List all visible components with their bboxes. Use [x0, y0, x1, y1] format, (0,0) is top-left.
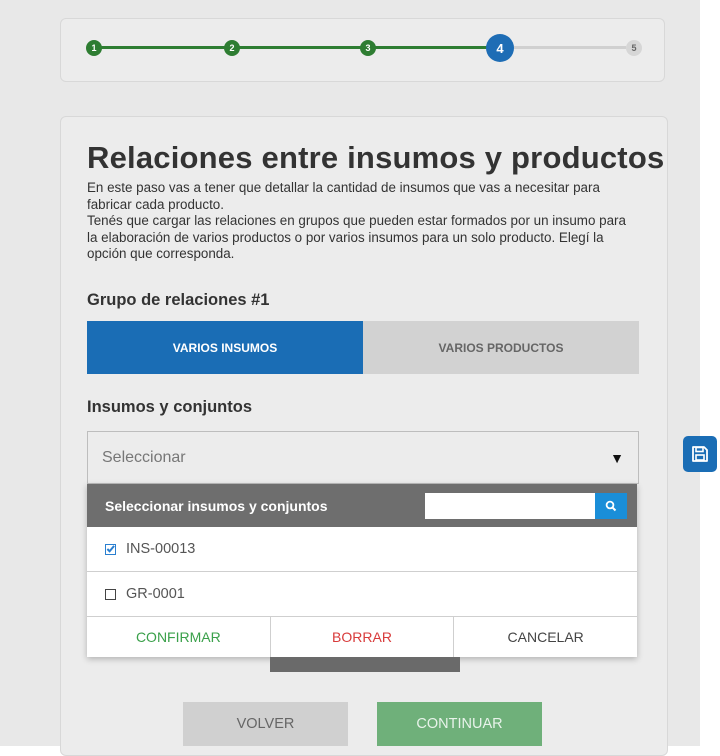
caret-down-icon: ▼: [610, 449, 624, 466]
search-icon: [605, 500, 617, 511]
dropdown-search: [425, 492, 627, 519]
back-button[interactable]: VOLVER: [183, 702, 348, 746]
description-paragraph-1: En este paso vas a tener que detallar la…: [87, 180, 600, 212]
checkbox-checked[interactable]: [105, 543, 116, 555]
list-item-label: INS-00013: [126, 541, 196, 557]
description: En este paso vas a tener que detallar la…: [87, 180, 637, 263]
group-title: Grupo de relaciones #1: [87, 291, 270, 309]
insumos-select[interactable]: Seleccionar ▼: [87, 431, 639, 484]
list-item-ins-00013[interactable]: INS-00013: [87, 527, 637, 572]
search-button[interactable]: [595, 492, 627, 519]
insumos-dropdown: Seleccionar insumos y conjuntos INS-0001…: [87, 484, 637, 657]
save-icon: [692, 446, 708, 462]
save-button[interactable]: [683, 436, 717, 472]
list-item-gr-0001[interactable]: GR-0001: [87, 572, 637, 617]
list-item-label: GR-0001: [126, 586, 185, 602]
step-3: 3: [360, 40, 376, 56]
checkbox-unchecked[interactable]: [105, 588, 116, 600]
step-5: 5: [626, 40, 642, 56]
dropdown-header: Seleccionar insumos y conjuntos: [87, 484, 637, 527]
dropdown-header-label: Seleccionar insumos y conjuntos: [105, 497, 328, 514]
insumos-field-label: Insumos y conjuntos: [87, 398, 253, 416]
step-line-2-3: [232, 46, 366, 49]
step-2: 2: [224, 40, 240, 56]
select-value: Seleccionar: [102, 448, 186, 466]
add-relation-button[interactable]: [270, 657, 460, 672]
varios-insumos-tab[interactable]: VARIOS INSUMOS: [87, 321, 363, 374]
description-paragraph-2: Tenés que cargar las relaciones en grupo…: [87, 213, 626, 261]
cancel-button[interactable]: CANCELAR: [454, 617, 637, 657]
dropdown-search-input[interactable]: [425, 492, 595, 519]
confirm-button[interactable]: CONFIRMAR: [87, 617, 271, 657]
check-icon: [106, 545, 115, 553]
continue-button[interactable]: CONTINUAR: [377, 702, 542, 746]
step-line-1-2: [96, 46, 230, 49]
step-line-3-4: [368, 46, 492, 49]
varios-productos-tab[interactable]: VARIOS PRODUCTOS: [363, 321, 639, 374]
step-line-4-5: [514, 46, 626, 49]
relation-type-toggle: VARIOS INSUMOS VARIOS PRODUCTOS: [87, 321, 639, 374]
delete-button[interactable]: BORRAR: [271, 617, 455, 657]
step-4-current: 4: [486, 34, 514, 62]
dropdown-actions: CONFIRMAR BORRAR CANCELAR: [87, 617, 637, 657]
step-1: 1: [86, 40, 102, 56]
page-title: Relaciones entre insumos y productos: [87, 140, 665, 175]
